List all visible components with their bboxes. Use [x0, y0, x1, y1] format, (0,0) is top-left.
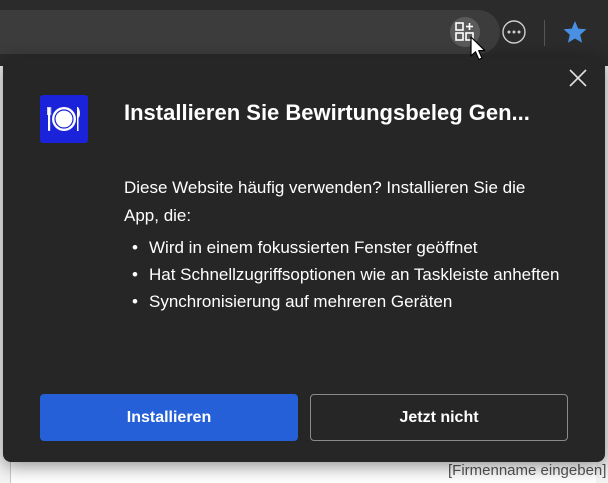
close-icon — [569, 69, 587, 87]
feature-text: Wird in einem fokussierten Fenster geöff… — [149, 238, 478, 257]
feature-item: • Synchronisierung auf mehreren Geräten — [124, 288, 564, 315]
bullet-icon: • — [132, 238, 138, 257]
bullet-icon: • — [132, 265, 138, 284]
close-button[interactable] — [563, 63, 593, 93]
bullet-icon: • — [132, 292, 138, 311]
more-button[interactable] — [499, 17, 529, 47]
install-app-popup: Installieren Sie Bewirtungsbeleg Gen... … — [3, 57, 605, 462]
feature-item: • Wird in einem fokussierten Fenster geöf… — [124, 234, 564, 261]
popup-description: Diese Website häufig verwenden? Installi… — [124, 178, 526, 225]
feature-text: Hat Schnellzugriffsoptionen wie an Taskl… — [149, 265, 560, 284]
feature-text: Synchronisierung auf mehreren Geräten — [149, 292, 453, 311]
mouse-cursor-icon — [470, 36, 486, 61]
not-now-button[interactable]: Jetzt nicht — [310, 394, 568, 441]
feature-list: • Wird in einem fokussierten Fenster geöf… — [124, 234, 564, 315]
feature-item: • Hat Schnellzugriffsoptionen wie an Task… — [124, 261, 564, 288]
page-text-snippet: [Firmenname eingeben] — [448, 462, 607, 479]
browser-window: [Firmenname eingeben] Installieren Sie B… — [0, 0, 608, 483]
plate-cutlery-icon — [47, 107, 80, 131]
favorites-button[interactable] — [560, 17, 590, 47]
address-bar[interactable] — [0, 10, 500, 54]
more-horizontal-icon — [502, 20, 526, 44]
app-icon — [40, 95, 88, 143]
star-icon — [563, 21, 587, 43]
toolbar-divider — [544, 20, 545, 46]
install-button[interactable]: Installieren — [40, 394, 298, 441]
popup-title: Installieren Sie Bewirtungsbeleg Gen... — [124, 100, 530, 125]
